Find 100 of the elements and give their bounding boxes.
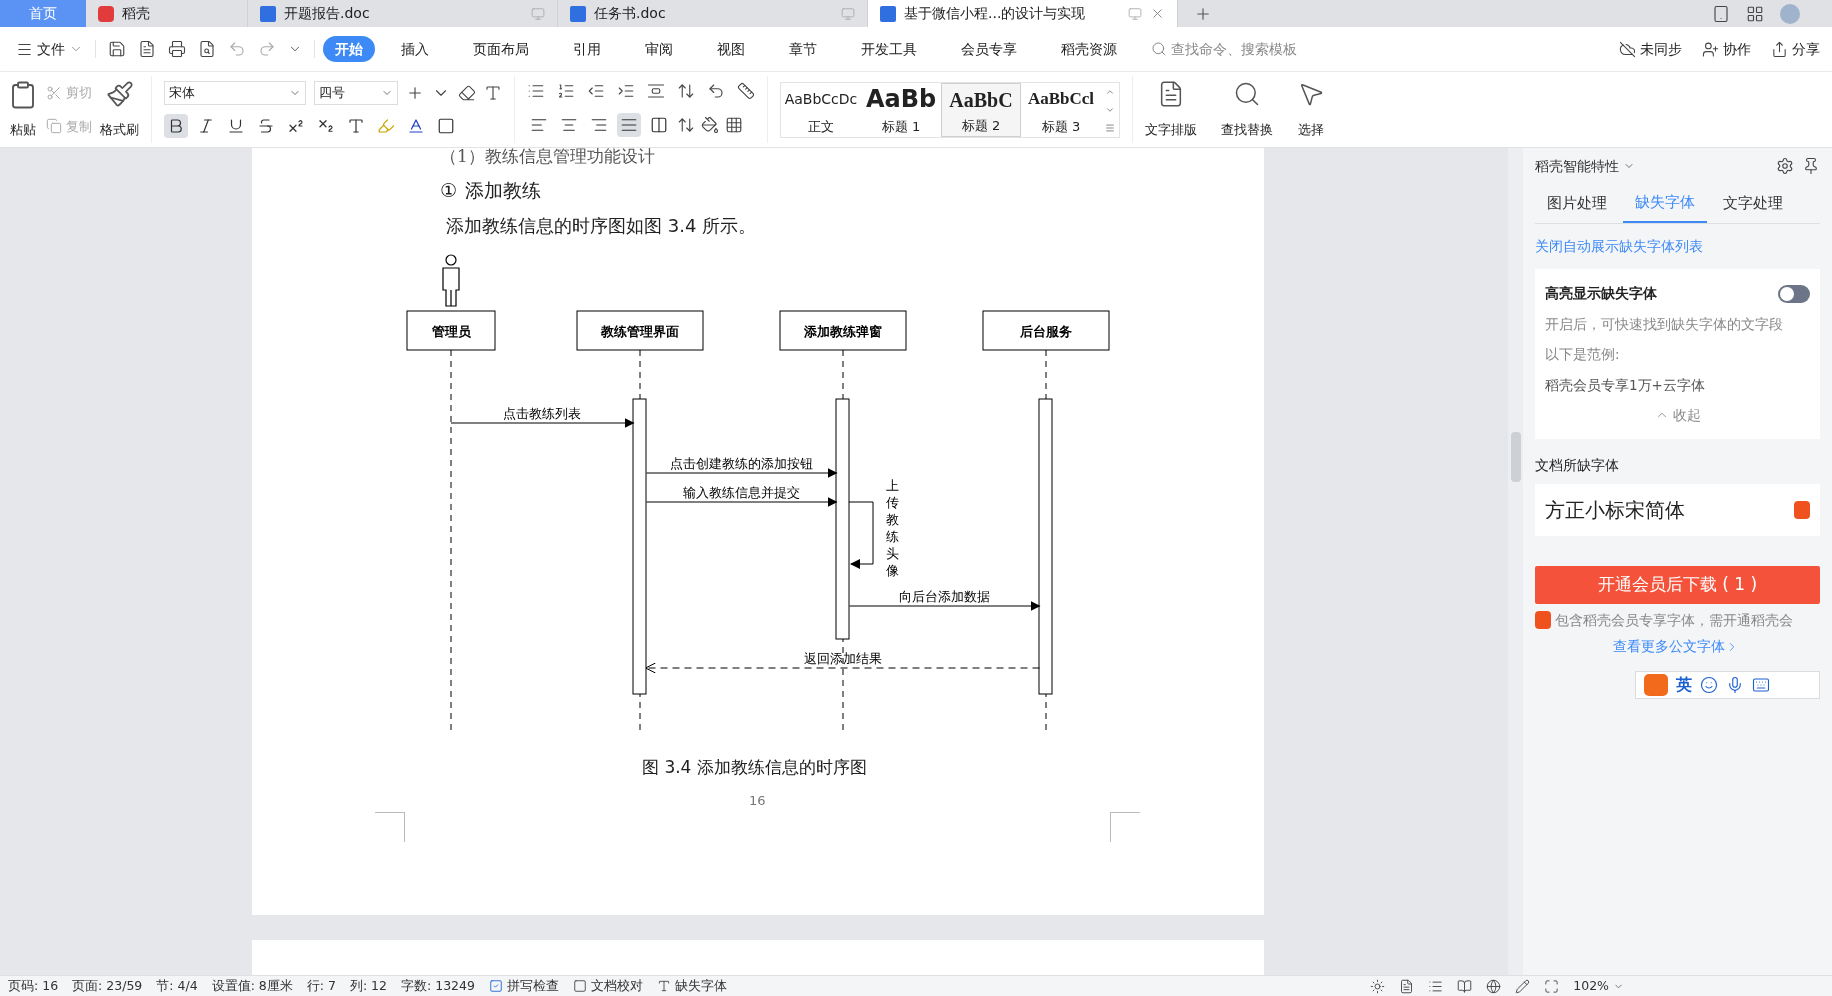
ime-logo-icon (1644, 674, 1668, 697)
search-icon (1151, 41, 1167, 57)
print-icon[interactable] (168, 40, 186, 58)
ime-toolbar[interactable]: 英 (1635, 671, 1820, 700)
collapse-button[interactable]: 收起 (1654, 404, 1701, 425)
ribbon-tool-button[interactable]: 文字排版 (1133, 76, 1209, 143)
borders-icon[interactable] (725, 115, 743, 134)
fit-icon[interactable] (1544, 978, 1560, 994)
line-break-icon[interactable] (707, 82, 725, 101)
vertical-scrollbar[interactable] (1508, 148, 1523, 975)
ruler-icon[interactable] (737, 82, 755, 101)
add-user-icon (1702, 40, 1719, 58)
status-toggle[interactable]: 拼写检查 (488, 976, 559, 996)
status-text: 页面: 23/59 (72, 976, 143, 995)
outline-view-icon[interactable] (1428, 978, 1444, 994)
actor-figure (442, 254, 460, 307)
keyboard-icon[interactable] (1752, 676, 1770, 695)
toggle-label: 高亮显示缺失字体 (1545, 284, 1657, 303)
document-tab[interactable]: 基于微信小程...的设计与实现 (868, 0, 1178, 27)
header-action[interactable]: 未同步 (1619, 38, 1682, 60)
reading-view-icon[interactable] (1457, 978, 1473, 994)
self-message-arrow (848, 501, 874, 569)
status-text: 设置值: 8厘米 (211, 976, 293, 995)
format-button[interactable] (164, 114, 188, 139)
ribbon-tab[interactable]: 引用 (561, 36, 613, 62)
ribbon-tab[interactable]: 会员专享 (949, 36, 1029, 62)
emoji-icon[interactable] (1700, 676, 1718, 695)
ribbon-tab[interactable]: 视图 (705, 36, 757, 62)
font-icon (656, 979, 671, 993)
document-heading: （1）教练信息管理功能设计 (440, 148, 656, 168)
missing-font-item[interactable]: 方正小标宋简体 (1535, 484, 1820, 536)
close-icon[interactable] (1150, 6, 1165, 21)
underline-icon (227, 117, 245, 136)
panel-title[interactable]: 稻壳智能特性 (1535, 155, 1635, 177)
document-icon (880, 5, 896, 22)
eraser-icon[interactable] (458, 83, 476, 102)
style-sample: AaBbC (949, 87, 1013, 113)
font-size-select[interactable]: 四号 (314, 80, 398, 105)
format-painter-button[interactable]: 格式刷 (100, 76, 139, 143)
member-badge-icon (1535, 611, 1551, 630)
ribbon-tab[interactable]: 插入 (389, 36, 441, 62)
status-toggle[interactable]: 文档校对 (572, 976, 643, 996)
zoom-level[interactable]: 102% (1573, 976, 1624, 996)
header-action[interactable]: 分享 (1771, 38, 1820, 60)
header-action[interactable]: 协作 (1702, 38, 1751, 60)
style-preset[interactable]: AaBbC 标题 2 (941, 82, 1021, 137)
status-text: 列: 12 (349, 976, 387, 995)
page-view-icon[interactable] (1399, 978, 1415, 994)
member-badge-icon (1794, 501, 1810, 519)
participant-label: 教练管理界面 (601, 324, 679, 339)
style-preset[interactable]: AaBb 标题 1 (861, 82, 941, 137)
panel-tab[interactable]: 图片处理 (1535, 184, 1619, 223)
sort-icon[interactable] (677, 82, 695, 101)
message-label: 上传教练头像 (886, 478, 899, 578)
web-view-icon[interactable] (1486, 978, 1502, 994)
preview-icon[interactable] (198, 40, 216, 58)
pin-icon[interactable] (1802, 157, 1820, 175)
save-icon[interactable] (108, 40, 126, 58)
highlighter-icon (377, 117, 395, 136)
ribbon-tool-button[interactable]: 选择 (1285, 76, 1337, 143)
status-text: 页码: 16 (8, 976, 59, 995)
font-select[interactable]: 宋体 (164, 80, 306, 105)
line-spacing-icon[interactable] (677, 115, 695, 134)
shading-icon[interactable] (701, 115, 719, 134)
style-sample: AaBbCcDc (784, 89, 858, 109)
missing-font-status[interactable]: 缺失字体 (656, 976, 727, 996)
style-preset[interactable]: AaBbCcl 标题 3 (1021, 82, 1101, 137)
ribbon-tab[interactable]: 审阅 (633, 36, 685, 62)
edit-icon[interactable] (1515, 978, 1531, 994)
message-label: 点击教练列表 (503, 406, 582, 421)
ribbon-tab[interactable]: 章节 (777, 36, 829, 62)
ribbon-tab[interactable]: 稻壳资源 (1049, 36, 1129, 62)
spacing-icon[interactable] (647, 82, 665, 101)
crop-mark (1110, 812, 1140, 842)
ribbon-tool-button[interactable]: 查找替换 (1209, 76, 1285, 143)
settings-icon[interactable] (1776, 157, 1794, 175)
status-text: 节: 4/4 (156, 976, 198, 995)
panel-tab[interactable]: 文字处理 (1711, 184, 1795, 223)
phonetic-icon[interactable] (484, 83, 502, 102)
command-search-field[interactable]: 查找命令、搜索模板 (1151, 38, 1351, 60)
cloud-icon (1619, 40, 1636, 58)
toggle-switch[interactable] (1778, 284, 1810, 303)
section-title: 文档所缺字体 (1535, 456, 1620, 475)
ribbon-tab[interactable]: 页面布局 (461, 36, 541, 62)
paintbrush-icon (105, 80, 134, 108)
eye-care-icon[interactable] (1370, 978, 1386, 994)
ribbon-tab[interactable]: 开发工具 (849, 36, 929, 62)
style-preset[interactable]: AaBbCcDc 正文 (781, 82, 861, 137)
grid-icon[interactable] (1746, 4, 1764, 23)
paste-button[interactable]: 粘贴 (8, 76, 38, 143)
microphone-icon[interactable] (1726, 676, 1744, 695)
device-icon[interactable] (1712, 4, 1730, 23)
toggle-description: 开启后，可快速找到缺失字体的文字段 (1545, 315, 1784, 334)
numbered-list-icon[interactable] (557, 82, 575, 101)
copy-icon (46, 118, 62, 135)
strikethrough-icon (257, 117, 275, 136)
export-icon[interactable] (138, 40, 156, 58)
file-menu[interactable]: 文件 (12, 38, 87, 60)
align-button[interactable] (617, 112, 641, 137)
checkbox-icon (488, 979, 503, 993)
